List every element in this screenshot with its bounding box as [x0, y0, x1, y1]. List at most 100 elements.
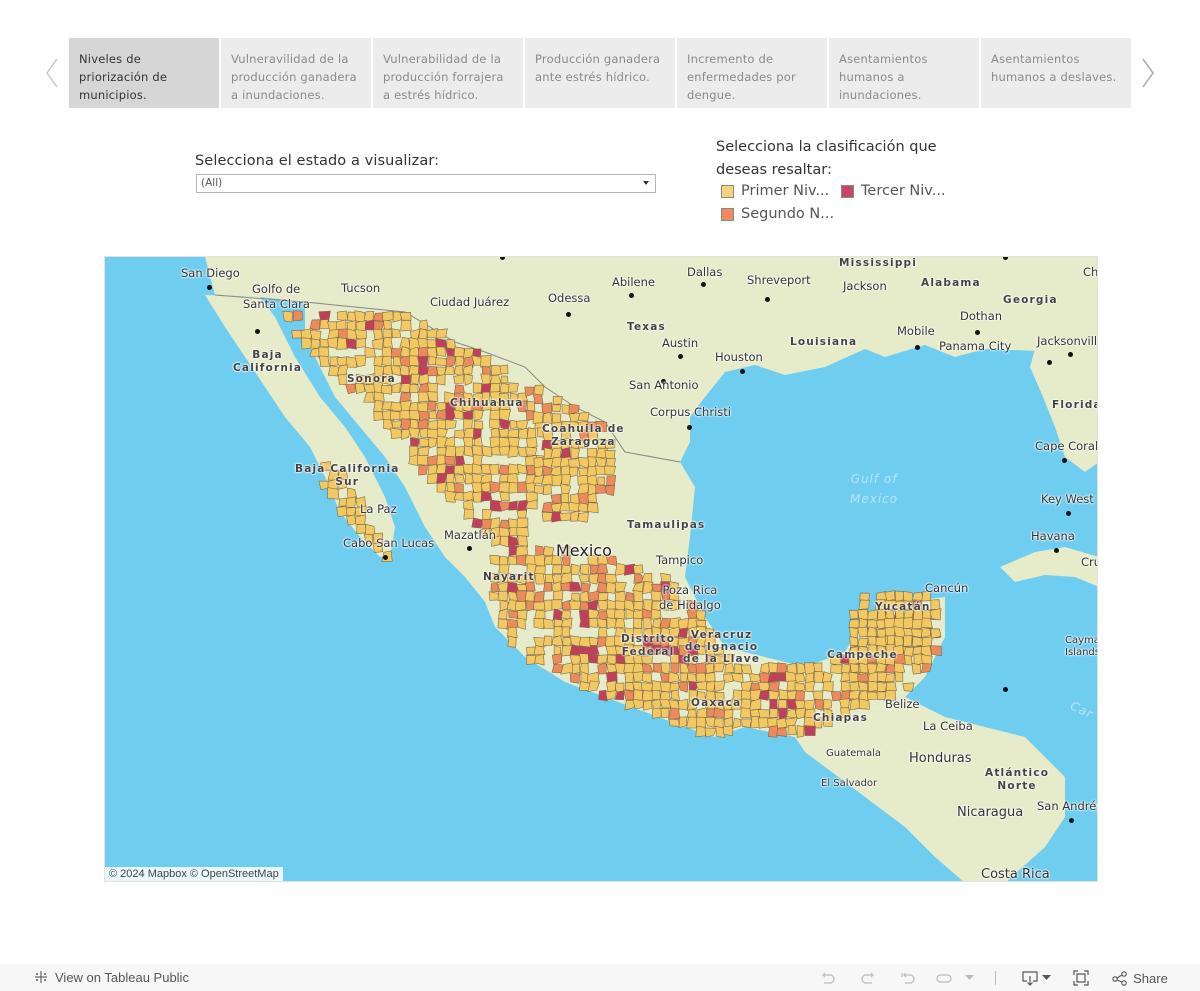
municipality-shape[interactable]	[812, 690, 824, 701]
municipality-shape[interactable]	[858, 617, 869, 629]
municipality-shape[interactable]	[541, 511, 554, 522]
municipality-shape[interactable]	[489, 418, 501, 430]
municipality-shape[interactable]	[426, 472, 438, 485]
municipality-shape[interactable]	[399, 409, 411, 421]
municipality-shape[interactable]	[516, 584, 527, 591]
municipality-shape[interactable]	[345, 338, 357, 350]
download-button[interactable]	[1020, 968, 1052, 988]
municipality-shape[interactable]	[596, 573, 607, 585]
municipality-shape[interactable]	[516, 499, 528, 511]
municipality-shape[interactable]	[417, 418, 430, 430]
municipality-shape[interactable]	[778, 689, 789, 700]
municipality-shape[interactable]	[463, 508, 475, 520]
municipality-shape[interactable]	[559, 512, 572, 522]
municipality-shape[interactable]	[409, 384, 419, 394]
story-tab-forrajera[interactable]: Vulnerabilidad de la producción forrajer…	[373, 38, 523, 108]
municipality-shape[interactable]	[489, 463, 500, 475]
municipality-shape[interactable]	[921, 636, 933, 648]
municipality-shape[interactable]	[454, 384, 465, 394]
refresh-button[interactable]	[934, 968, 954, 988]
municipality-shape[interactable]	[859, 662, 869, 674]
municipality-shape[interactable]	[481, 445, 493, 457]
municipality-shape[interactable]	[551, 456, 562, 467]
municipality-shape[interactable]	[444, 490, 457, 503]
municipality-shape[interactable]	[409, 410, 421, 421]
municipality-shape[interactable]	[507, 428, 519, 438]
municipality-shape[interactable]	[410, 373, 420, 385]
municipality-shape[interactable]	[381, 355, 392, 367]
municipality-shape[interactable]	[500, 375, 509, 384]
municipality-shape[interactable]	[508, 500, 518, 511]
legend-item-segundo-nivel[interactable]: Segundo N...	[721, 206, 834, 222]
municipality-shape[interactable]	[473, 420, 484, 430]
municipality-shape[interactable]	[930, 628, 942, 639]
municipality-shape[interactable]	[499, 491, 510, 501]
municipality-shape[interactable]	[383, 319, 392, 331]
municipality-shape[interactable]	[533, 384, 544, 396]
municipality-shape[interactable]	[769, 698, 778, 710]
municipality-shape[interactable]	[749, 673, 762, 683]
municipality-shape[interactable]	[525, 581, 536, 592]
municipality-shape[interactable]	[578, 636, 591, 648]
municipality-shape[interactable]	[542, 618, 554, 629]
story-tab-ganadera-inundaciones[interactable]: Vulneravilidad de la producción ganadera…	[221, 38, 371, 108]
municipality-shape[interactable]	[327, 365, 339, 377]
municipality-shape[interactable]	[577, 511, 589, 523]
municipality-shape[interactable]	[911, 618, 924, 630]
municipality-shape[interactable]	[651, 707, 663, 719]
municipality-shape[interactable]	[355, 383, 365, 395]
municipality-shape[interactable]	[740, 707, 751, 718]
redo-button[interactable]	[858, 968, 878, 988]
municipality-shape[interactable]	[777, 707, 788, 720]
municipality-shape[interactable]	[526, 437, 538, 449]
municipality-shape[interactable]	[805, 672, 814, 684]
municipality-shape[interactable]	[568, 458, 581, 469]
municipality-shape[interactable]	[300, 328, 313, 339]
municipality-shape[interactable]	[929, 608, 942, 621]
municipality-shape[interactable]	[381, 384, 392, 395]
municipality-shape[interactable]	[526, 655, 537, 665]
municipality-shape[interactable]	[776, 727, 787, 737]
municipality-shape[interactable]	[624, 671, 634, 684]
municipality-shape[interactable]	[605, 690, 618, 700]
municipality-shape[interactable]	[571, 663, 581, 675]
municipality-shape[interactable]	[849, 663, 860, 673]
municipality-shape[interactable]	[347, 311, 357, 323]
municipality-shape[interactable]	[418, 328, 428, 340]
municipality-shape[interactable]	[560, 610, 572, 620]
municipality-shape[interactable]	[373, 356, 384, 368]
municipality-shape[interactable]	[525, 446, 538, 456]
municipality-shape[interactable]	[794, 690, 805, 702]
municipality-shape[interactable]	[587, 599, 599, 611]
municipality-shape[interactable]	[604, 450, 616, 460]
municipality-shape[interactable]	[355, 338, 366, 348]
municipality-shape[interactable]	[551, 404, 562, 412]
municipality-shape[interactable]	[569, 600, 582, 611]
municipality-shape[interactable]	[301, 337, 313, 350]
municipality-shape[interactable]	[508, 382, 519, 393]
municipality-shape[interactable]	[767, 662, 779, 674]
municipality-shape[interactable]	[794, 673, 806, 683]
municipality-shape[interactable]	[508, 610, 519, 619]
municipality-shape[interactable]	[488, 591, 500, 601]
municipality-shape[interactable]	[589, 636, 599, 646]
municipality-shape[interactable]	[641, 689, 654, 702]
municipality-map[interactable]: San Diego Golfo de Santa Clara Tucson Ci…	[104, 256, 1098, 882]
municipality-shape[interactable]	[740, 664, 753, 675]
municipality-shape[interactable]	[822, 681, 834, 693]
municipality-shape[interactable]	[606, 680, 617, 692]
municipality-shape[interactable]	[453, 482, 464, 494]
municipality-shape[interactable]	[921, 617, 933, 629]
municipality-shape[interactable]	[526, 427, 536, 440]
story-tab-niveles[interactable]: Niveles de priorización de municipios.	[69, 38, 219, 108]
story-tab-dengue[interactable]: Incremento de enfermedades por dengue.	[677, 38, 827, 108]
municipality-shape[interactable]	[580, 563, 590, 576]
municipality-shape[interactable]	[418, 410, 430, 422]
municipality-shape[interactable]	[902, 682, 915, 692]
municipality-shape[interactable]	[695, 716, 706, 729]
municipality-shape[interactable]	[867, 671, 879, 683]
municipality-shape[interactable]	[310, 338, 320, 349]
municipality-shape[interactable]	[542, 483, 552, 496]
municipality-shape[interactable]	[515, 554, 527, 567]
municipality-shape[interactable]	[849, 681, 860, 692]
